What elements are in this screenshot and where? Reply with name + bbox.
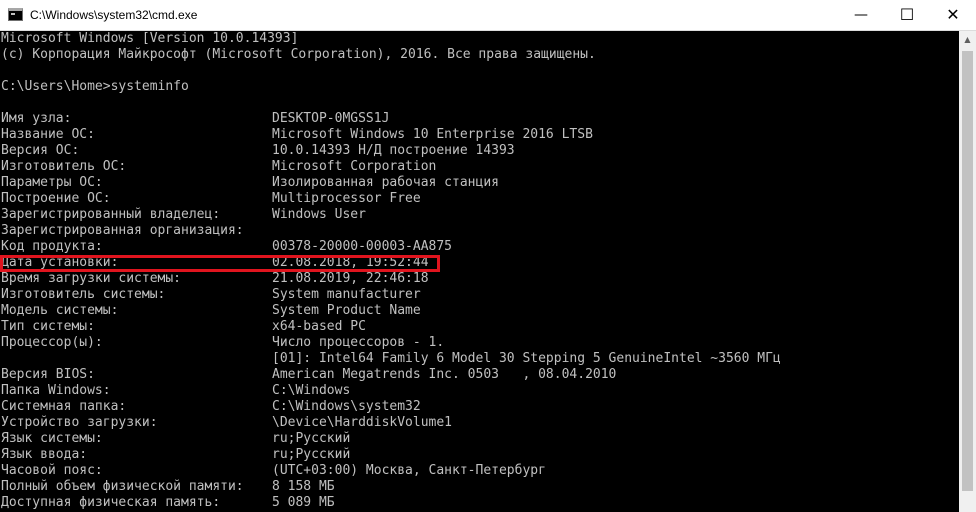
info-row: Язык системы: ru;Русский <box>1 431 350 447</box>
info-row: Язык ввода: ru;Русский <box>1 447 350 463</box>
info-label: Параметры ОС: <box>1 175 103 190</box>
command-prompt: C:\Users\Home>systeminfo <box>1 79 189 94</box>
info-row: Название ОС: Microsoft Windows 10 Enterpr… <box>1 127 593 143</box>
info-value: Windows User <box>272 207 366 222</box>
info-row: Полный объем физической памяти: 8 158 МБ <box>1 479 335 495</box>
info-label: Язык системы: <box>1 431 103 446</box>
info-value: x64-based PC <box>272 319 366 334</box>
info-value: System Product Name <box>272 303 421 318</box>
info-value: Число процессоров - 1. <box>272 335 445 350</box>
scroll-up-icon[interactable]: ▲ <box>959 31 976 48</box>
info-label: Зарегистрированная организация: <box>1 223 244 238</box>
info-value: 10.0.14393 Н/Д построение 14393 <box>272 143 515 158</box>
cmd-window: C:\Windows\system32\cmd.exe — ☐ ✕ Micros… <box>0 0 976 512</box>
info-row: Устройство загрузки: \Device\HarddiskVolu… <box>1 415 452 431</box>
vertical-scrollbar[interactable]: ▲ <box>959 31 976 512</box>
info-value: C:\Windows <box>272 383 351 398</box>
info-label: Часовой пояс: <box>1 463 103 478</box>
info-row: Версия BIOS: American Megatrends Inc. 050… <box>1 367 616 383</box>
info-label: Полный объем физической памяти: <box>1 479 244 494</box>
title-bar[interactable]: C:\Windows\system32\cmd.exe — ☐ ✕ <box>0 0 976 31</box>
console-output[interactable]: Microsoft Windows [Version 10.0.14393] (… <box>0 31 959 512</box>
info-value: C:\Windows\system32 <box>272 399 421 414</box>
info-row: Изготовитель системы: System manufacturer <box>1 287 421 303</box>
info-row: Часовой пояс: (UTC+03:00) Москва, Санкт-П… <box>1 463 546 479</box>
info-label: Построение ОС: <box>1 191 111 206</box>
info-label: Название ОС: <box>1 127 95 142</box>
info-value: 00378-20000-00003-AA875 <box>272 239 453 254</box>
info-row: Зарегистрированный владелец: Windows User <box>1 207 366 223</box>
header-line: Microsoft Windows [Version 10.0.14393] <box>1 31 299 46</box>
info-row: Код продукта: 00378-20000-00003-AA875 <box>1 239 452 255</box>
info-row: Зарегистрированная организация: <box>1 223 244 239</box>
info-label: Имя узла: <box>1 111 72 126</box>
info-value: Multiprocessor Free <box>272 191 421 206</box>
cmd-icon[interactable] <box>8 8 23 21</box>
info-value: 8 158 МБ <box>272 479 335 494</box>
info-label: Модель системы: <box>1 303 119 318</box>
info-label: Время загрузки системы: <box>1 271 182 286</box>
info-value: (UTC+03:00) Москва, Санкт-Петербург <box>272 463 546 478</box>
info-value: 5 089 МБ <box>272 495 335 510</box>
header-line: (c) Корпорация Майкрософт (Microsoft Cor… <box>1 47 596 62</box>
info-label: Процессор(ы): <box>1 335 103 350</box>
close-button[interactable]: ✕ <box>930 0 976 30</box>
info-value: Microsoft Corporation <box>272 159 437 174</box>
info-row: Имя узла: DESKTOP-0MGSS1J <box>1 111 389 127</box>
info-value: Изолированная рабочая станция <box>272 175 499 190</box>
info-row: Папка Windows: C:\Windows <box>1 383 350 399</box>
info-value: [01]: Intel64 Family 6 Model 30 Stepping… <box>272 351 781 366</box>
info-value: DESKTOP-0MGSS1J <box>272 111 390 126</box>
info-row: Построение ОС: Multiprocessor Free <box>1 191 421 207</box>
install-date-highlight <box>0 255 440 272</box>
info-value: ru;Русский <box>272 447 351 462</box>
info-label: Язык ввода: <box>1 447 88 462</box>
info-label: Изготовитель ОС: <box>1 159 127 174</box>
info-value: American Megatrends Inc. 0503 , 08.04.20… <box>272 367 617 382</box>
info-label: Код продукта: <box>1 239 103 254</box>
info-row: Параметры ОС: Изолированная рабочая станц… <box>1 175 499 191</box>
info-label: Версия ОС: <box>1 143 80 158</box>
info-value: ru;Русский <box>272 431 351 446</box>
info-row: Тип системы: x64-based PC <box>1 319 366 335</box>
info-label: Папка Windows: <box>1 383 111 398</box>
info-value: Microsoft Windows 10 Enterprise 2016 LTS… <box>272 127 593 142</box>
info-value: 21.08.2019, 22:46:18 <box>272 271 429 286</box>
info-label: Устройство загрузки: <box>1 415 158 430</box>
info-label: Системная папка: <box>1 399 127 414</box>
minimize-button[interactable]: — <box>838 0 884 30</box>
scroll-thumb[interactable] <box>962 51 973 491</box>
info-value: \Device\HarddiskVolume1 <box>272 415 453 430</box>
maximize-button[interactable]: ☐ <box>884 0 930 30</box>
info-label: Доступная физическая память: <box>1 495 221 510</box>
info-row: Изготовитель ОС: Microsoft Corporation <box>1 159 436 175</box>
info-label: Зарегистрированный владелец: <box>1 207 221 222</box>
info-value: System manufacturer <box>272 287 421 302</box>
info-label: Версия BIOS: <box>1 367 95 382</box>
info-label: Изготовитель системы: <box>1 287 166 302</box>
info-row: Версия ОС: 10.0.14393 Н/Д построение 1439… <box>1 143 515 159</box>
info-row: Системная папка: C:\Windows\system32 <box>1 399 421 415</box>
window-title: C:\Windows\system32\cmd.exe <box>30 8 198 22</box>
info-row: Модель системы: System Product Name <box>1 303 421 319</box>
info-label: Тип системы: <box>1 319 95 334</box>
info-row: Процессор(ы): Число процессоров - 1. <box>1 335 444 351</box>
info-row: Доступная физическая память: 5 089 МБ <box>1 495 335 511</box>
info-row: Время загрузки системы: 21.08.2019, 22:46… <box>1 271 429 287</box>
